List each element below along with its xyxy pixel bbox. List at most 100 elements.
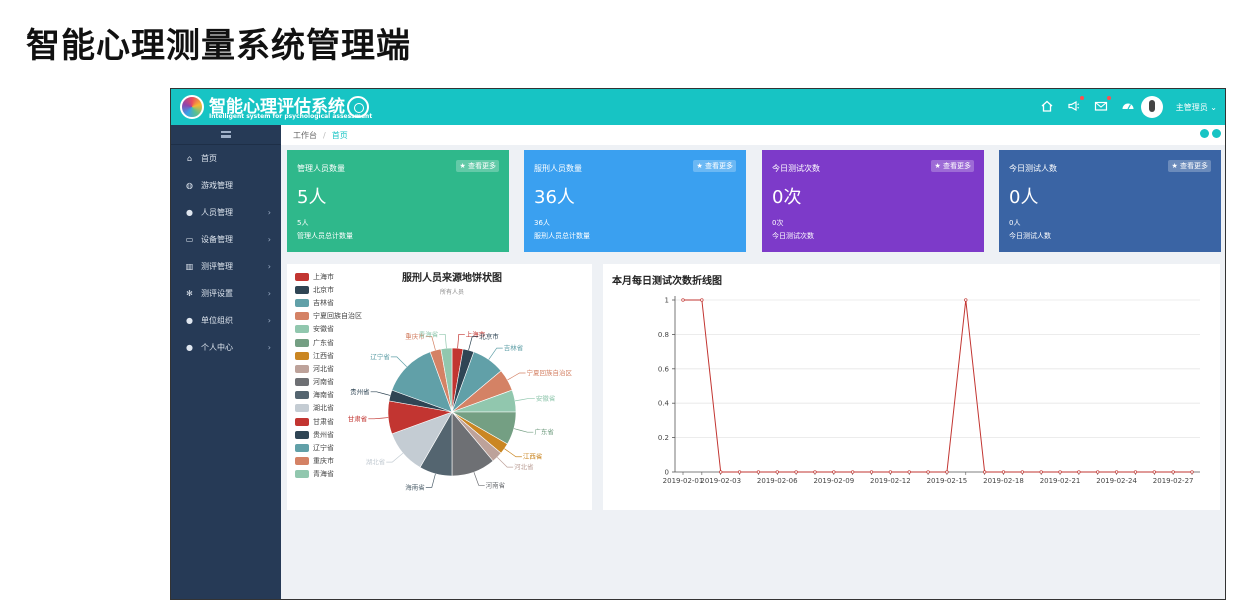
data-point[interactable]: [1096, 470, 1100, 474]
view-more-button[interactable]: ★ 查看更多: [931, 160, 974, 172]
chevron-right-icon: ›: [267, 235, 271, 244]
main-content: 工作台 / 首页 管理人员数量 ★ 查看更多 5人 5人 管理人员总计数量 服刑…: [281, 125, 1225, 599]
data-point[interactable]: [851, 470, 855, 474]
data-point[interactable]: [1114, 470, 1119, 474]
x-tick-label: 2019-02-15: [927, 477, 968, 485]
data-point[interactable]: [1020, 470, 1024, 474]
data-point[interactable]: [681, 298, 685, 302]
data-point[interactable]: [1058, 470, 1062, 474]
data-point[interactable]: [926, 470, 930, 474]
pie-label-line: [439, 333, 447, 349]
breadcrumb-root[interactable]: 工作台: [293, 130, 317, 141]
sidebar-item-label: 个人中心: [201, 343, 233, 352]
pie-slice-label: 甘肃省: [348, 414, 368, 423]
data-point[interactable]: [1171, 470, 1175, 474]
pie-label-line: [368, 417, 389, 420]
pie-label-line: [473, 472, 485, 486]
view-more-button[interactable]: ★ 查看更多: [456, 160, 499, 172]
data-point[interactable]: [1077, 470, 1081, 474]
logo-emblem-icon: [180, 95, 204, 119]
pie-label-line: [507, 372, 526, 381]
breadcrumb-current[interactable]: 首页: [332, 130, 348, 141]
gamepad-icon: ◍: [186, 181, 193, 190]
pie-slice-label: 辽宁省: [370, 352, 390, 361]
pie-slice-label: 青海省: [419, 329, 439, 338]
bar-chart-icon: ▥: [185, 262, 194, 271]
pie-slice-label: 宁夏回族自治区: [527, 368, 573, 377]
x-tick-label: 2019-02-01: [663, 477, 704, 485]
sidebar-toggle[interactable]: [171, 125, 281, 145]
data-point[interactable]: [813, 470, 817, 474]
card-line2: 服刑人员总计数量: [534, 232, 590, 240]
sidebar-item-label: 首页: [201, 154, 217, 163]
chevron-right-icon: ›: [267, 289, 271, 298]
data-point[interactable]: [756, 470, 761, 474]
sidebar-item-assessment[interactable]: ▥ 测评管理 ›: [171, 253, 281, 280]
pie-label-line: [514, 398, 535, 402]
chevron-right-icon[interactable]: [1212, 129, 1221, 138]
pie-slice-label: 安徽省: [536, 393, 556, 402]
chevron-right-icon: ›: [267, 343, 271, 352]
chevron-left-icon[interactable]: [1200, 129, 1209, 138]
mail-icon[interactable]: [1094, 96, 1111, 112]
data-point[interactable]: [700, 298, 704, 302]
data-point[interactable]: [775, 470, 779, 474]
stat-card-admins: 管理人员数量 ★ 查看更多 5人 5人 管理人员总计数量: [287, 150, 509, 252]
data-point[interactable]: [1039, 470, 1043, 474]
sidebar-item-personnel[interactable]: ● 人员管理 ›: [171, 199, 281, 226]
pie-slice-label: 广东省: [534, 427, 554, 436]
data-point[interactable]: [737, 470, 742, 474]
sidebar-item-organization[interactable]: ● 单位组织 ›: [171, 307, 281, 334]
data-point[interactable]: [832, 470, 836, 474]
menu-icon: [221, 131, 231, 138]
data-point[interactable]: [719, 470, 723, 474]
pie-label-line: [457, 333, 465, 349]
sidebar-item-label: 人员管理: [201, 208, 233, 217]
breadcrumb-separator: /: [323, 130, 326, 140]
home-icon[interactable]: [1040, 98, 1054, 112]
chevron-right-icon: ›: [267, 208, 271, 217]
data-point[interactable]: [907, 470, 911, 474]
sidebar: ⌂ 首页 ◍ 游戏管理 ● 人员管理 › ▭ 设备管理 › ▥ 测评管理 › ✻…: [171, 125, 281, 599]
card-value: 0次: [772, 187, 802, 208]
notification-dot: [1107, 96, 1111, 100]
view-more-button[interactable]: ★ 查看更多: [1168, 160, 1211, 172]
sidebar-item-devices[interactable]: ▭ 设备管理 ›: [171, 226, 281, 253]
data-point[interactable]: [964, 298, 968, 302]
data-point[interactable]: [1001, 470, 1006, 474]
pie-label-line: [468, 336, 479, 351]
sidebar-item-home[interactable]: ⌂ 首页: [171, 145, 281, 172]
pie-label-line: [425, 473, 436, 488]
top-bar: 智能心理评估系统 Intelligent system for psycholo…: [171, 89, 1225, 125]
pie-chart: 服刑人员来源地饼状图所有人员上海市北京市吉林省宁夏回族自治区安徽省广东省江西省河…: [348, 271, 573, 491]
sidebar-item-label: 设备管理: [201, 235, 233, 244]
megaphone-icon[interactable]: [1067, 96, 1084, 112]
avatar[interactable]: [1141, 96, 1163, 118]
sidebar-item-games[interactable]: ◍ 游戏管理: [171, 172, 281, 199]
app-window: 智能心理评估系统 Intelligent system for psycholo…: [170, 88, 1226, 600]
data-point[interactable]: [982, 470, 987, 474]
user-menu[interactable]: 主管理员 ⌄: [1176, 102, 1217, 113]
sidebar-item-assessment-settings[interactable]: ✻ 测评设置 ›: [171, 280, 281, 307]
data-point[interactable]: [1190, 470, 1194, 474]
pie-label-line: [386, 452, 404, 463]
data-point[interactable]: [945, 470, 949, 474]
data-point[interactable]: [1152, 470, 1156, 474]
data-point[interactable]: [869, 470, 874, 474]
data-point[interactable]: [888, 470, 893, 474]
slide-title: 智能心理测量系统管理端: [26, 26, 411, 66]
breadcrumb: 工作台 / 首页: [281, 125, 1225, 145]
card-value: 36人: [534, 187, 575, 208]
view-more-button[interactable]: ★ 查看更多: [693, 160, 736, 172]
pie-slice-label: 海南省: [405, 482, 425, 491]
x-tick-label: 2019-02-09: [813, 477, 854, 485]
sidebar-item-profile[interactable]: ● 个人中心 ›: [171, 334, 281, 361]
y-tick-label: 0.6: [658, 365, 670, 373]
data-point[interactable]: [1133, 470, 1138, 474]
card-value: 5人: [297, 187, 327, 208]
notification-dot: [1080, 96, 1084, 100]
data-point[interactable]: [794, 470, 798, 474]
pie-label-line: [504, 448, 522, 458]
dashboard-icon[interactable]: [1121, 98, 1135, 112]
sidebar-item-label: 测评设置: [201, 289, 233, 298]
